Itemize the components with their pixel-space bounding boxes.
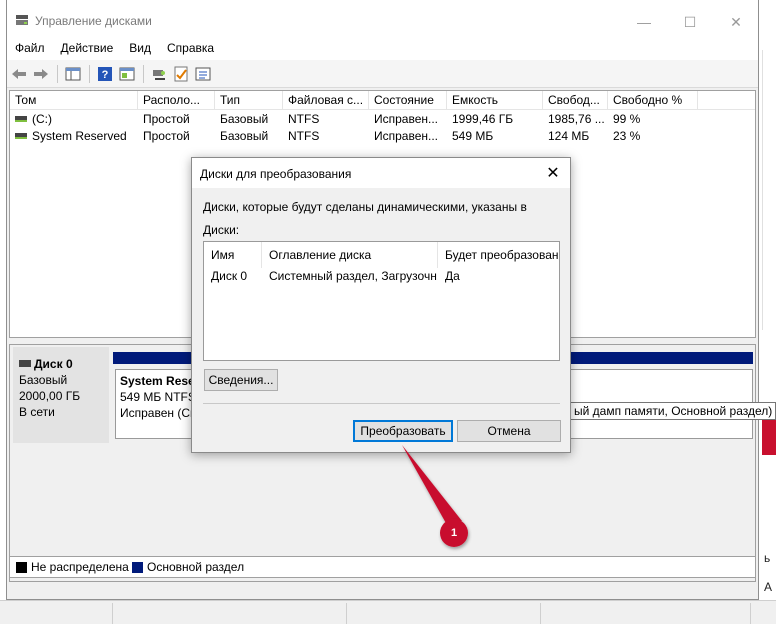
- svg-text:?: ?: [102, 69, 109, 81]
- disk-management-app-icon: [16, 15, 28, 25]
- disk-0-label[interactable]: Диск 0 Базовый 2000,00 ГБ В сети: [13, 347, 109, 443]
- partition-name: System Rese: [120, 374, 195, 388]
- cell-type: Базовый: [220, 129, 269, 143]
- maximize-button[interactable]: ☐: [667, 8, 713, 36]
- cell-volume: (C:): [10, 111, 138, 128]
- column-header-will-convert[interactable]: Будет преобразован: [438, 242, 559, 268]
- disks-list[interactable]: Имя Оглавление диска Будет преобразован …: [203, 241, 560, 361]
- cell-capacity: 1999,46 ГБ: [452, 112, 514, 126]
- close-button[interactable]: ✕: [713, 8, 759, 36]
- column-header-layout[interactable]: Располо...: [138, 91, 215, 110]
- column-header-status[interactable]: Состояние: [369, 91, 447, 110]
- cell-layout: Простой: [143, 129, 190, 143]
- convert-disks-dialog: Диски для преобразования ✕ Диски, которы…: [191, 157, 571, 453]
- disk-status: В сети: [19, 405, 55, 419]
- cell-status: Исправен...: [374, 112, 439, 126]
- column-header-capacity[interactable]: Емкость: [447, 91, 543, 110]
- minimize-button[interactable]: —: [621, 8, 667, 36]
- volume-list-header: Том Располо... Тип Файловая с... Состоян…: [10, 91, 755, 110]
- menu-help[interactable]: Справка: [159, 40, 222, 60]
- disk-name-line: Диск 0: [19, 357, 73, 371]
- legend-swatch-primary: [132, 562, 143, 573]
- cell-free-percent: 99 %: [613, 112, 641, 126]
- drive-icon: [15, 116, 27, 122]
- cell-disk-contents[interactable]: Системный раздел, Загрузочн...: [262, 268, 438, 285]
- back-icon[interactable]: [9, 64, 29, 84]
- menu-action[interactable]: Действие: [53, 40, 122, 60]
- background-char: А: [764, 580, 773, 594]
- legend-primary: Основной раздел: [147, 560, 245, 574]
- cell-filesystem: NTFS: [288, 112, 320, 126]
- column-header-volume[interactable]: Том: [10, 91, 138, 110]
- dialog-title-bar: Диски для преобразования ✕: [192, 158, 570, 188]
- connect-icon[interactable]: [149, 64, 169, 84]
- volume-name: System Reserved: [32, 129, 127, 143]
- column-header-disk-contents[interactable]: Оглавление диска: [262, 242, 438, 268]
- partition-status: Исправен (Си: [120, 406, 197, 420]
- cell-free: 124 МБ: [548, 129, 590, 143]
- forward-icon[interactable]: [31, 64, 51, 84]
- cancel-button[interactable]: Отмена: [457, 420, 561, 442]
- disk-size: 2000,00 ГБ: [19, 389, 81, 403]
- dialog-description: Диски, которые будут сделаны динамически…: [203, 200, 527, 214]
- disk-icon: [19, 360, 31, 367]
- column-header-type[interactable]: Тип: [215, 91, 283, 110]
- dialog-separator: [203, 403, 560, 404]
- cell-status: Исправен...: [374, 129, 439, 143]
- column-header-free-percent[interactable]: Свободно %: [608, 91, 698, 110]
- console-tree-icon[interactable]: [63, 64, 83, 84]
- menu-file[interactable]: Файл: [7, 40, 53, 60]
- drive-icon: [15, 133, 27, 139]
- cell-will-convert[interactable]: Да: [438, 268, 559, 285]
- column-header-filesystem[interactable]: Файловая с...: [283, 91, 369, 110]
- legend-swatch-unallocated: [16, 562, 27, 573]
- legend-bar: Не распределена Основной раздел: [9, 556, 756, 578]
- cell-capacity: 549 МБ: [452, 129, 494, 143]
- table-row[interactable]: (C:) Простой Базовый NTFS Исправен... 19…: [10, 111, 755, 128]
- menu-view[interactable]: Вид: [121, 40, 159, 60]
- background-bottom-table: [0, 600, 776, 624]
- background-window-strip: [762, 50, 776, 330]
- list-icon[interactable]: [193, 64, 213, 84]
- title-bar: Управление дисками — ☐ ✕: [7, 0, 758, 40]
- partition-size: 549 МБ NTFS: [120, 390, 196, 404]
- column-header-name[interactable]: Имя: [204, 242, 262, 268]
- dialog-title: Диски для преобразования: [200, 167, 352, 181]
- dialog-close-button[interactable]: ✕: [538, 161, 568, 185]
- window-title: Управление дисками: [35, 14, 152, 28]
- cell-free: 1985,76 ...: [548, 112, 605, 126]
- cell-disk-name[interactable]: Диск 0: [204, 268, 262, 285]
- legend-unallocated: Не распределена: [31, 560, 129, 574]
- partition-tooltip: ый дамп памяти, Основной раздел): [570, 402, 776, 420]
- column-header-free[interactable]: Свобод...: [543, 91, 608, 110]
- convert-button[interactable]: Преобразовать: [353, 420, 453, 442]
- disks-label: Диски:: [203, 223, 240, 237]
- menu-bar: Файл Действие Вид Справка: [7, 40, 758, 60]
- table-row[interactable]: System Reserved Простой Базовый NTFS Исп…: [10, 128, 755, 145]
- cell-filesystem: NTFS: [288, 129, 320, 143]
- cell-type: Базовый: [220, 112, 269, 126]
- volume-name: (C:): [32, 112, 52, 126]
- toolbar: ?: [7, 60, 758, 88]
- background-char: ь: [764, 551, 771, 565]
- cell-free-percent: 23 %: [613, 129, 641, 143]
- cell-volume: System Reserved: [10, 128, 138, 145]
- details-icon[interactable]: [117, 64, 137, 84]
- disk-name: Диск 0: [34, 357, 73, 371]
- help-icon[interactable]: ?: [95, 64, 115, 84]
- disk-type: Базовый: [19, 373, 68, 387]
- annotation-number: 1: [450, 527, 458, 539]
- properties-icon[interactable]: [171, 64, 191, 84]
- cell-layout: Простой: [143, 112, 190, 126]
- details-button[interactable]: Сведения...: [204, 369, 278, 391]
